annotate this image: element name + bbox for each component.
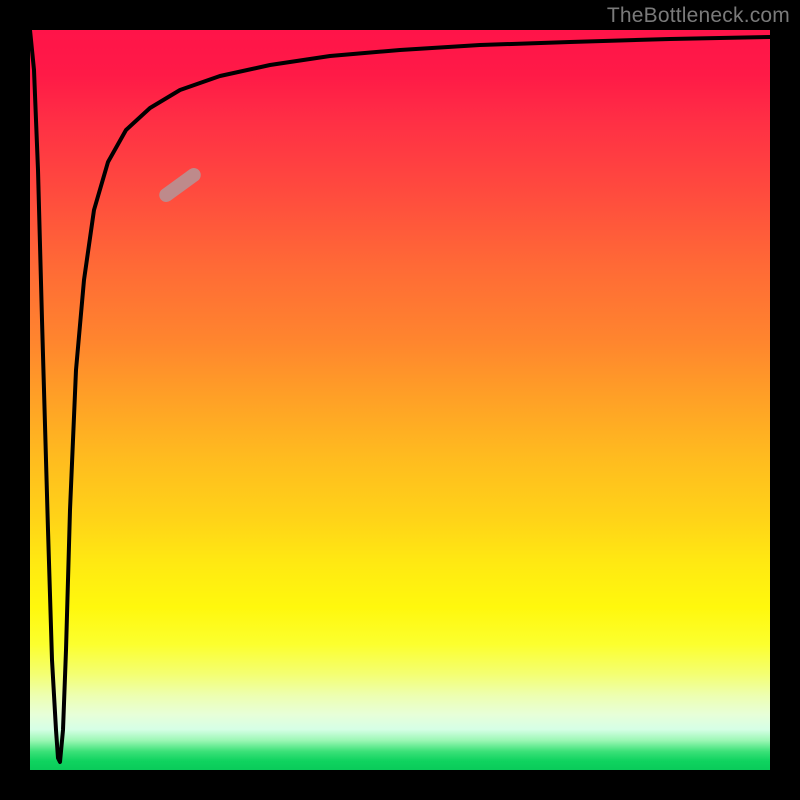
watermark-text: TheBottleneck.com (607, 4, 790, 28)
chart-curve-layer (30, 30, 770, 770)
curve-path (30, 30, 770, 762)
chart-frame: TheBottleneck.com (0, 0, 800, 800)
